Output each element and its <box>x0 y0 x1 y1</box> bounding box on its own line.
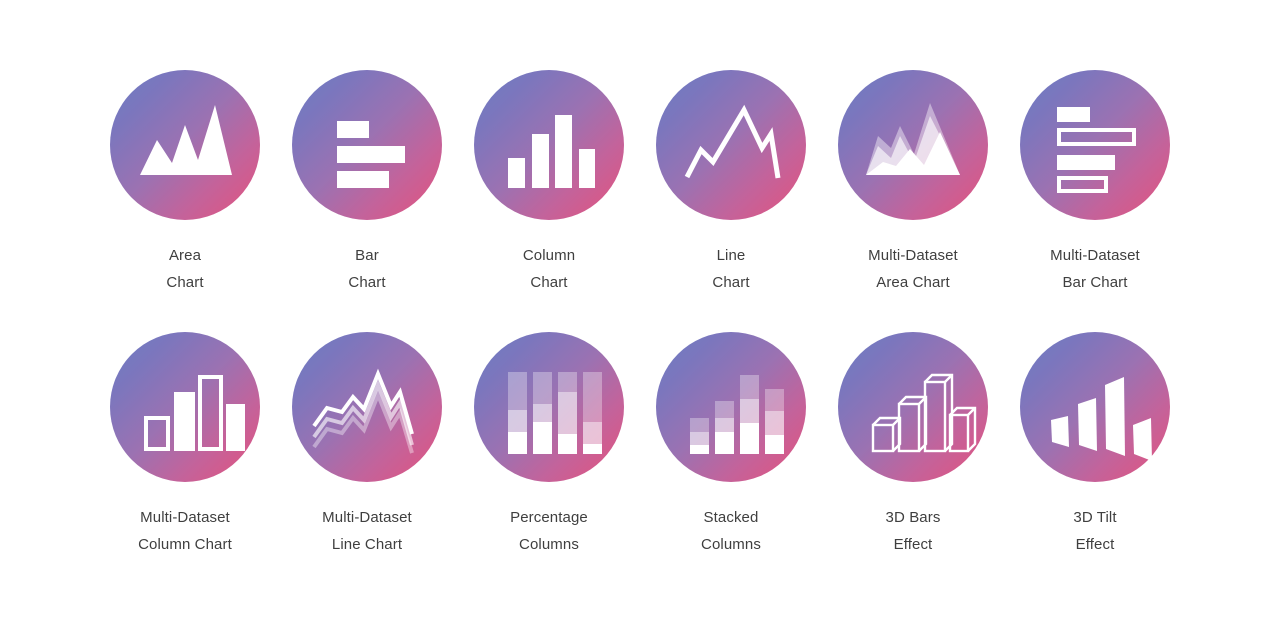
icon-label: 3D Tilt Effect <box>1073 504 1116 558</box>
icon-label: Line Chart <box>712 242 749 296</box>
icon-card-area-chart[interactable]: Area Chart <box>96 70 274 296</box>
icon-label: Column Chart <box>523 242 575 296</box>
icon-label: Multi-Dataset Area Chart <box>868 242 958 296</box>
line-chart-glyph <box>684 104 781 179</box>
icon-label-line1: Multi-Dataset <box>1050 247 1140 264</box>
multi-dataset-column-chart-glyph <box>144 375 245 451</box>
3d-bars-effect-glyph <box>871 373 977 453</box>
multi-dataset-bar-chart-glyph <box>1057 107 1136 193</box>
icon-label-line2: Chart <box>712 274 750 291</box>
icon-label-line1: Area <box>168 247 202 264</box>
icon-label-line2: Columns <box>701 536 761 553</box>
icon-label-line2: Columns <box>519 536 579 553</box>
area-chart-glyph <box>140 105 232 175</box>
icon-card-multi-dataset-line-chart[interactable]: Multi-Dataset Line Chart <box>278 332 456 558</box>
column-chart-icon[interactable] <box>474 70 624 220</box>
percentage-columns-glyph <box>508 372 602 454</box>
percentage-columns-icon[interactable] <box>474 332 624 482</box>
icon-label-line1: Multi-Dataset <box>868 247 958 264</box>
multi-dataset-line-chart-glyph <box>312 368 414 454</box>
icon-label-line1: Multi-Dataset <box>322 509 412 526</box>
bar-chart-icon[interactable] <box>292 70 442 220</box>
line-chart-icon[interactable] <box>656 70 806 220</box>
icon-label: Multi-Dataset Bar Chart <box>1050 242 1140 296</box>
icon-label-line1: 3D Bars <box>885 509 941 526</box>
icon-card-multi-dataset-area-chart[interactable]: Multi-Dataset Area Chart <box>824 70 1002 296</box>
stacked-columns-glyph <box>690 375 784 454</box>
icon-label-line1: Stacked <box>703 509 759 526</box>
icon-label: 3D Bars Effect <box>886 504 941 558</box>
icon-label: Stacked Columns <box>701 504 761 558</box>
3d-tilt-effect-glyph <box>1051 377 1152 461</box>
icon-label: Bar Chart <box>348 242 385 296</box>
3d-bars-effect-icon[interactable] <box>838 332 988 482</box>
icon-row-2: Multi-Dataset Column Chart Multi-Dataset… <box>96 332 1184 558</box>
icon-card-column-chart[interactable]: Column Chart <box>460 70 638 296</box>
icon-label-line2: Effect <box>1075 536 1115 553</box>
bar-chart-glyph <box>337 121 405 188</box>
column-chart-glyph <box>508 115 595 188</box>
icon-label-line2: Line Chart <box>331 536 403 553</box>
multi-dataset-area-chart-icon[interactable] <box>838 70 988 220</box>
icon-card-stacked-columns[interactable]: Stacked Columns <box>642 332 820 558</box>
multi-dataset-bar-chart-icon[interactable] <box>1020 70 1170 220</box>
icon-card-multi-dataset-column-chart[interactable]: Multi-Dataset Column Chart <box>96 332 274 558</box>
icon-label-line2: Area Chart <box>876 274 950 291</box>
stacked-columns-icon[interactable] <box>656 332 806 482</box>
3d-tilt-effect-icon[interactable] <box>1020 332 1170 482</box>
icon-card-percentage-columns[interactable]: Percentage Columns <box>460 332 638 558</box>
icon-label-line1: Multi-Dataset <box>140 509 230 526</box>
icon-card-3d-bars-effect[interactable]: 3D Bars Effect <box>824 332 1002 558</box>
icon-label-line2: Effect <box>893 536 933 553</box>
icon-card-multi-dataset-bar-chart[interactable]: Multi-Dataset Bar Chart <box>1006 70 1184 296</box>
icon-label-line1: Column <box>522 247 576 264</box>
icon-label-line2: Bar Chart <box>1062 274 1128 291</box>
icon-card-line-chart[interactable]: Line Chart <box>642 70 820 296</box>
icon-label: Percentage Columns <box>510 504 588 558</box>
icon-label: Area Chart <box>166 242 203 296</box>
icon-label-line1: Percentage <box>510 509 588 526</box>
icon-label-line2: Chart <box>530 274 568 291</box>
multi-dataset-area-chart-glyph <box>866 103 960 175</box>
icon-label-line2: Chart <box>166 274 204 291</box>
icon-row-1: Area Chart Bar Chart Column Chart Line C… <box>96 70 1184 296</box>
multi-dataset-line-chart-icon[interactable] <box>292 332 442 482</box>
icon-card-3d-tilt-effect[interactable]: 3D Tilt Effect <box>1006 332 1184 558</box>
icon-label-line1: 3D Tilt <box>1073 509 1117 526</box>
icon-label-line1: Line <box>716 247 746 264</box>
icon-card-bar-chart[interactable]: Bar Chart <box>278 70 456 296</box>
icon-label-line1: Bar <box>355 247 379 264</box>
icon-label-line2: Chart <box>348 274 386 291</box>
multi-dataset-column-chart-icon[interactable] <box>110 332 260 482</box>
icon-label: Multi-Dataset Column Chart <box>138 504 232 558</box>
icon-gallery: Area Chart Bar Chart Column Chart Line C… <box>0 0 1280 640</box>
icon-label-line2: Column Chart <box>138 536 232 553</box>
area-chart-icon[interactable] <box>110 70 260 220</box>
icon-label: Multi-Dataset Line Chart <box>322 504 412 558</box>
